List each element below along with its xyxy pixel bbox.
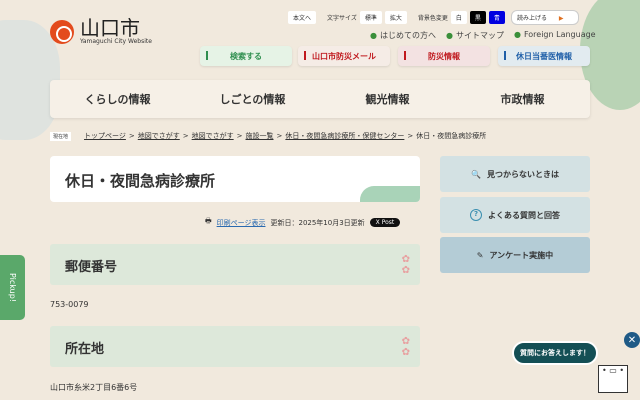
chatbot-character[interactable]: • ▭ •: [598, 365, 628, 393]
print-link[interactable]: 印刷ページ表示: [217, 218, 266, 228]
section-heading: 所在地 ✿ ✿: [50, 326, 420, 367]
flower-icon: ✿ ✿: [401, 336, 410, 358]
pickup-tab[interactable]: Pickup!: [0, 255, 25, 320]
printer-icon: 🖶: [205, 217, 212, 225]
updated-date: 更新日：2025年10月3日更新: [270, 218, 365, 227]
close-icon[interactable]: ✕: [624, 332, 640, 348]
breadcrumb-link[interactable]: 地図でさがす: [192, 131, 234, 141]
address: 山口市糸米2丁目6番6号: [50, 383, 138, 392]
sidebar-label: よくある質問と回答: [488, 210, 560, 220]
houses-illustration: [360, 186, 420, 202]
disaster-mail-button[interactable]: 山口市防災メール: [298, 46, 390, 66]
breadcrumb: 現在地 トップページ > 地図でさがす > 地図でさがす > 施設一覧 > 休日・夜間急…: [50, 131, 486, 141]
read-aloud-button[interactable]: 読み上げる ▶: [510, 10, 579, 25]
sidebar-faq[interactable]: ? よくある質問と回答: [440, 197, 590, 233]
chatbot-bubble[interactable]: 質問にお答えします！: [512, 341, 598, 365]
font-size-label: 文字サイズ: [327, 15, 357, 22]
play-icon: ▶: [558, 15, 564, 22]
sidebar-survey[interactable]: ✎ アンケート実施中: [440, 237, 590, 273]
link-foreign-language[interactable]: Foreign Language: [514, 30, 596, 41]
pickup-label: Pickup!: [8, 272, 17, 302]
section-title: 郵便番号: [65, 260, 118, 275]
breadcrumb-link[interactable]: 施設一覧: [246, 131, 274, 141]
bg-black-button[interactable]: 黒: [469, 11, 486, 24]
link-first-visit[interactable]: はじめての方へ: [370, 30, 436, 41]
site-logo[interactable]: 山口市 Yamaguchi City Website: [50, 18, 152, 45]
disaster-info-label: 防災情報: [428, 51, 460, 61]
holiday-doctor-button[interactable]: 休日当番医情報: [498, 46, 590, 66]
city-emblem-icon: [50, 19, 74, 44]
sidebar-label: アンケート実施中: [489, 250, 554, 260]
main-nav: くらしの情報 しごとの情報 観光情報 市政情報: [50, 80, 590, 118]
logo-subtitle: Yamaguchi City Website: [80, 38, 152, 45]
page-meta: 🖶 印刷ページ表示 更新日：2025年10月3日更新 X Post: [205, 217, 401, 228]
sidebar-not-found[interactable]: 🔍 見つからないときは: [440, 156, 590, 192]
breadcrumb-current: 休日・夜間急病診療所: [416, 132, 487, 140]
holiday-doctor-label: 休日当番医情報: [516, 51, 572, 61]
disaster-info-button[interactable]: 防災情報: [398, 46, 490, 66]
font-large-button[interactable]: 拡大: [384, 11, 407, 24]
page-title: 休日・夜間急病診療所: [65, 172, 216, 190]
search-doc-icon: 🔍: [471, 169, 481, 179]
link-sitemap[interactable]: サイトマップ: [446, 30, 504, 41]
nav-tourism[interactable]: 観光情報: [320, 80, 455, 118]
nav-work[interactable]: しごとの情報: [185, 80, 320, 118]
search-button[interactable]: 検索する: [200, 46, 292, 66]
pencil-icon: ✎: [476, 250, 484, 260]
bg-blue-button[interactable]: 青: [488, 11, 505, 24]
section-title: 所在地: [65, 342, 105, 357]
x-post-button[interactable]: X Post: [369, 218, 401, 227]
disaster-mail-label: 山口市防災メール: [312, 51, 376, 61]
skip-to-content-button[interactable]: 本文へ: [288, 11, 317, 24]
question-icon: ?: [470, 209, 482, 221]
read-aloud-label: 読み上げる: [516, 15, 547, 22]
page-title-box: 休日・夜間急病診療所: [50, 156, 420, 202]
breadcrumb-link[interactable]: 休日・夜間急病診療所・保健センター: [285, 131, 404, 141]
section-heading: 郵便番号 ✿ ✿: [50, 244, 420, 285]
search-label: 検索する: [230, 51, 262, 61]
flower-icon: ✿ ✿: [401, 254, 410, 276]
logo-name: 山口市: [80, 16, 140, 40]
bg-white-button[interactable]: 白: [450, 11, 467, 24]
font-standard-button[interactable]: 標準: [359, 11, 382, 24]
nav-city-government[interactable]: 市政情報: [455, 80, 590, 118]
header-links: はじめての方へ サイトマップ Foreign Language: [370, 30, 596, 41]
utility-bar: 本文へ 文字サイズ 標準 拡大 背景色変更 白 黒 青 読み上げる ▶: [288, 10, 579, 25]
breadcrumb-here-label: 現在地: [50, 131, 72, 141]
chat-bubble-text: 質問にお答えします！: [520, 349, 590, 357]
breadcrumb-link[interactable]: トップページ: [84, 131, 126, 141]
postal-code: 753-0079: [50, 300, 89, 309]
breadcrumb-link[interactable]: 地図でさがす: [138, 131, 180, 141]
sidebar-label: 見つからないときは: [486, 169, 559, 179]
nav-living[interactable]: くらしの情報: [50, 80, 185, 118]
bg-color-label: 背景色変更: [417, 15, 448, 22]
